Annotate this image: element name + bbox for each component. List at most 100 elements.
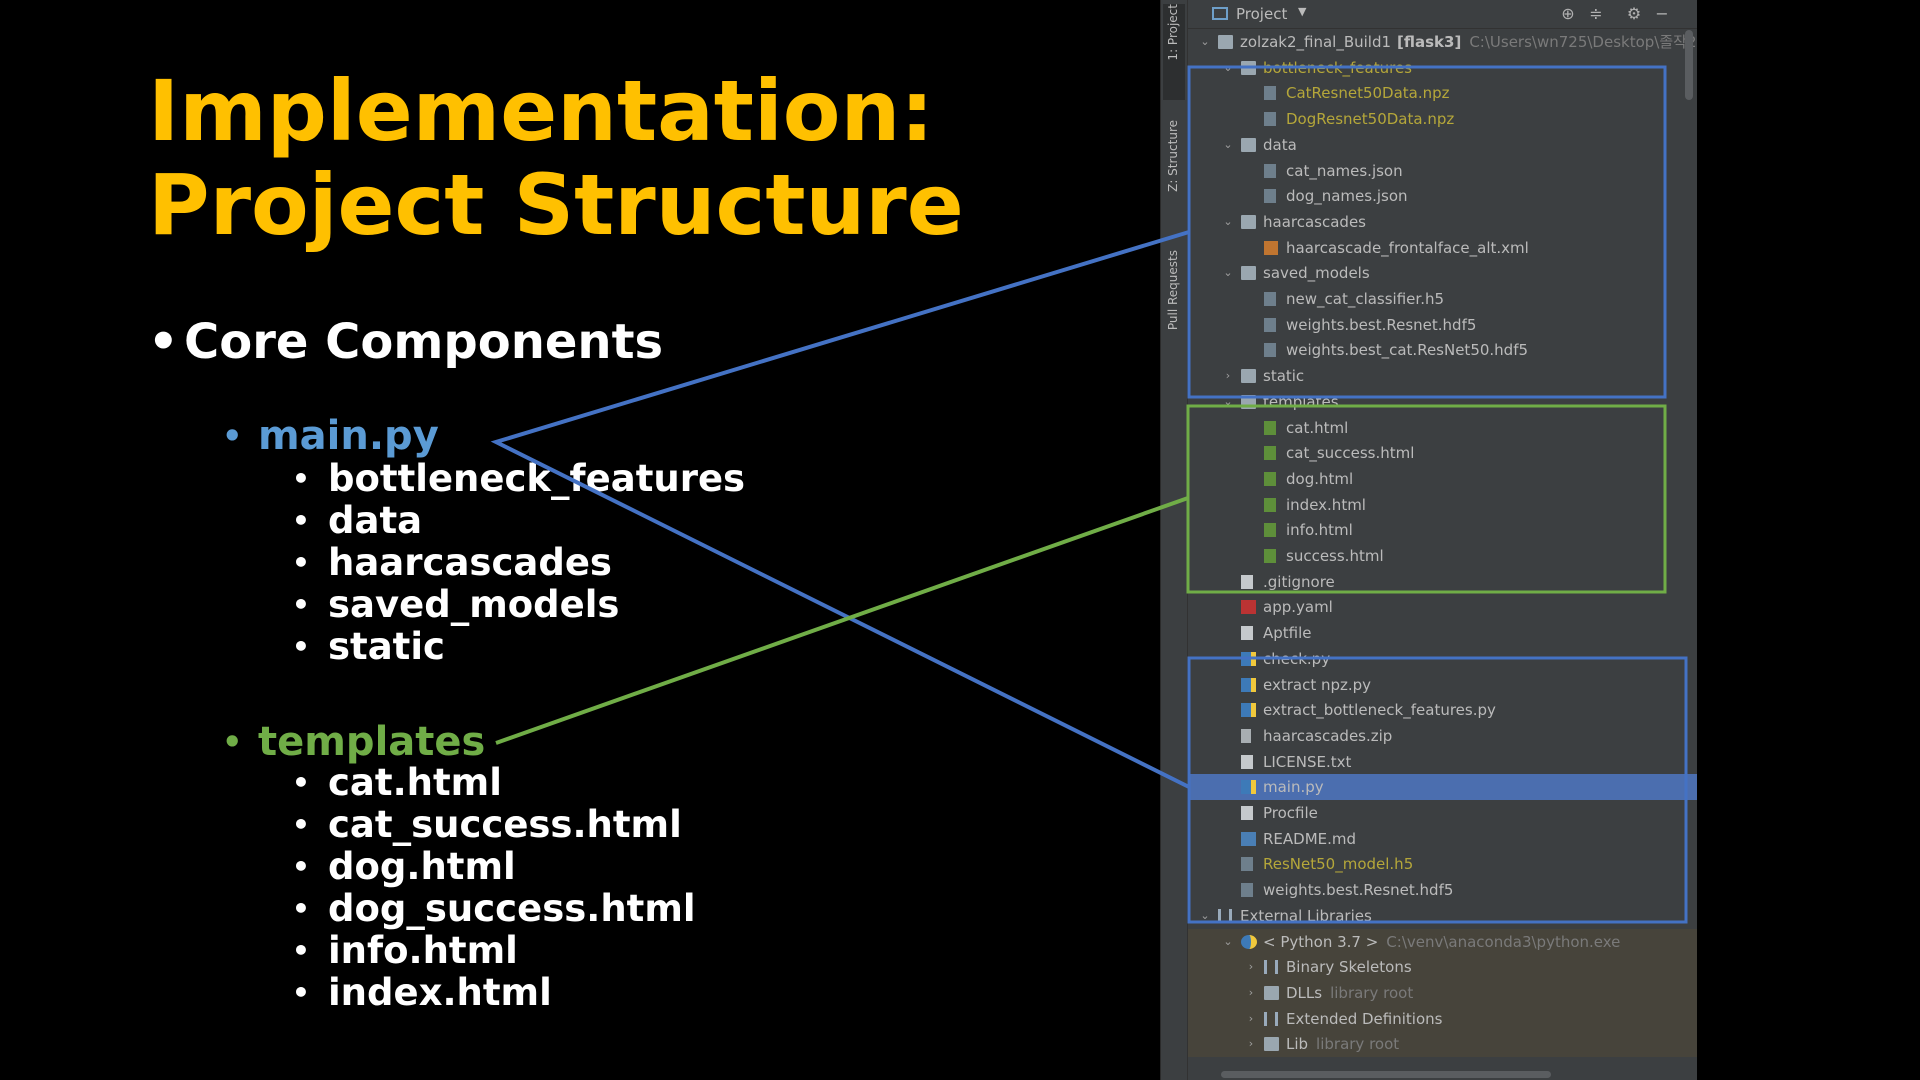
- tree-row[interactable]: ResNet50_model.h5: [1188, 851, 1697, 877]
- tree-row[interactable]: ⌄ haarcascades: [1188, 209, 1697, 235]
- tree-row-label: weights.best.Resnet.hdf5: [1263, 877, 1453, 903]
- chevron-down-icon[interactable]: ⌄: [1198, 29, 1212, 55]
- bullet-main-py: main.py: [222, 412, 439, 460]
- tree-row[interactable]: ⌄ data: [1188, 132, 1697, 158]
- vertical-scrollbar[interactable]: [1685, 30, 1693, 100]
- tree-row-name: check.py: [1263, 649, 1331, 668]
- tree-row[interactable]: ⌄ External Libraries: [1188, 903, 1697, 929]
- tree-row[interactable]: ⌄ templates: [1188, 389, 1697, 415]
- tree-row[interactable]: dog_names.json: [1188, 183, 1697, 209]
- tree-row-name: cat.html: [1286, 418, 1349, 437]
- tree-row[interactable]: › Extended Definitions: [1188, 1005, 1697, 1032]
- tree-row[interactable]: index.html: [1188, 492, 1697, 518]
- html-icon: [1264, 471, 1276, 486]
- tree-row[interactable]: ⌄ saved_models: [1188, 260, 1697, 286]
- tree-row[interactable]: › DLLs library root: [1188, 979, 1697, 1006]
- tree-row[interactable]: ⌄ < Python 3.7 > C:\venv\anaconda3\python.…: [1188, 928, 1697, 955]
- tree-row-name: extract npz.py: [1263, 675, 1372, 694]
- tree-row[interactable]: ⌄ zolzak2_final_Build1 [flask3] C:\Users\wn…: [1188, 29, 1697, 55]
- chevron-down-icon[interactable]: ⌄: [1221, 132, 1235, 158]
- chevron-down-icon[interactable]: ⌄: [1221, 55, 1235, 81]
- gear-icon[interactable]: ⚙: [1624, 4, 1644, 23]
- list-item: static: [292, 626, 445, 669]
- tree-row-label: cat.html: [1286, 415, 1348, 441]
- tree-row[interactable]: success.html: [1188, 543, 1697, 569]
- tree-row[interactable]: haarcascades.zip: [1188, 723, 1697, 749]
- list-item: bottleneck_features: [292, 458, 745, 501]
- chevron-right-icon[interactable]: ›: [1244, 1031, 1258, 1057]
- tree-row-name: < Python 3.7 >: [1263, 932, 1379, 951]
- tree-row[interactable]: › Lib library root: [1188, 1031, 1697, 1058]
- tree-row[interactable]: weights.best.Resnet.hdf5: [1188, 312, 1697, 338]
- tab-pull-requests[interactable]: Pull Requests: [1163, 250, 1185, 362]
- tree-row[interactable]: CatResnet50Data.npz: [1188, 80, 1697, 106]
- tree-row[interactable]: weights.best.Resnet.hdf5: [1188, 877, 1697, 903]
- horizontal-scrollbar[interactable]: [1221, 1071, 1551, 1078]
- tree-row-label: extract_bottleneck_features.py: [1263, 697, 1496, 723]
- chevron-down-icon[interactable]: ⌄: [1221, 389, 1235, 415]
- html-icon: [1264, 497, 1276, 512]
- minimize-icon[interactable]: −: [1652, 4, 1672, 23]
- tree-row[interactable]: cat_names.json: [1188, 158, 1697, 184]
- tree-row[interactable]: README.md: [1188, 826, 1697, 852]
- chevron-down-icon[interactable]: ⌄: [1221, 929, 1235, 955]
- tree-row[interactable]: check.py: [1188, 646, 1697, 672]
- tree-row-name: app.yaml: [1263, 598, 1333, 617]
- tree-row-label: Extended Definitions: [1286, 1006, 1442, 1032]
- tree-row[interactable]: weights.best_cat.ResNet50.hdf5: [1188, 337, 1697, 363]
- tree-row-name: Procfile: [1263, 804, 1318, 822]
- chevron-right-icon[interactable]: ›: [1221, 363, 1235, 389]
- tree-row-name: dog.html: [1286, 469, 1354, 488]
- lib-icon: [1218, 908, 1232, 923]
- list-item: cat.html: [292, 762, 502, 805]
- tree-row[interactable]: ⌄ bottleneck_features: [1188, 55, 1697, 81]
- tree-row-label: cat_names.json: [1286, 158, 1403, 184]
- tree-row[interactable]: cat.html: [1188, 415, 1697, 441]
- tree-row-label: new_cat_classifier.h5: [1286, 286, 1444, 312]
- tree-row[interactable]: extract_bottleneck_features.py: [1188, 697, 1697, 723]
- tree-row[interactable]: .gitignore: [1188, 569, 1697, 595]
- tree-row[interactable]: Procfile: [1188, 800, 1697, 826]
- lib-icon: [1264, 1011, 1278, 1026]
- tree-row-name: static: [1263, 367, 1305, 386]
- tree-row-label: dog_names.json: [1286, 183, 1408, 209]
- tab-structure[interactable]: Z: Structure: [1163, 120, 1185, 230]
- tree-row-name: CatResnet50Data.npz: [1286, 84, 1450, 103]
- chevron-down-icon[interactable]: ▼: [1298, 5, 1306, 18]
- chevron-right-icon[interactable]: ›: [1244, 954, 1258, 980]
- tree-row[interactable]: cat_success.html: [1188, 440, 1697, 466]
- html-icon: [1264, 549, 1276, 563]
- locate-icon[interactable]: ⊕: [1558, 4, 1578, 23]
- tree-row[interactable]: LICENSE.txt: [1188, 749, 1697, 775]
- tree-row[interactable]: main.py: [1188, 774, 1697, 801]
- tree-row-path: library root: [1330, 983, 1414, 1002]
- chevron-right-icon[interactable]: ›: [1244, 980, 1258, 1006]
- tree-row[interactable]: haarcascade_frontalface_alt.xml: [1188, 235, 1697, 261]
- chevron-right-icon[interactable]: ›: [1244, 1006, 1258, 1032]
- tree-row-label: CatResnet50Data.npz: [1286, 80, 1450, 106]
- chevron-down-icon[interactable]: ⌄: [1198, 903, 1212, 929]
- panel-title[interactable]: Project: [1236, 5, 1287, 23]
- tree-row-label: templates: [1263, 389, 1339, 415]
- tab-project[interactable]: 1: Project: [1163, 4, 1185, 100]
- tree-row[interactable]: extract npz.py: [1188, 672, 1697, 698]
- tree-row[interactable]: DogResnet50Data.npz: [1188, 106, 1697, 132]
- tree-row-label: LICENSE.txt: [1263, 749, 1351, 775]
- tree-row-label: Aptfile: [1263, 620, 1312, 646]
- tree-row[interactable]: dog.html: [1188, 466, 1697, 492]
- folder-icon: [1241, 394, 1256, 409]
- folder-icon: [1264, 985, 1279, 1000]
- tree-row[interactable]: info.html: [1188, 517, 1697, 543]
- collapse-icon[interactable]: ≑: [1586, 4, 1606, 23]
- tree-row[interactable]: › static: [1188, 363, 1697, 389]
- tree-row[interactable]: new_cat_classifier.h5: [1188, 286, 1697, 312]
- tree-row[interactable]: app.yaml: [1188, 594, 1697, 620]
- tree-row-label: app.yaml: [1263, 594, 1333, 620]
- project-view-icon: [1212, 7, 1228, 20]
- tree-row-label: extract npz.py: [1263, 672, 1371, 698]
- tree-row[interactable]: › Binary Skeletons: [1188, 954, 1697, 981]
- chevron-down-icon[interactable]: ⌄: [1221, 260, 1235, 286]
- tree-row[interactable]: Aptfile: [1188, 620, 1697, 646]
- tree-row-label: saved_models: [1263, 260, 1370, 286]
- chevron-down-icon[interactable]: ⌄: [1221, 209, 1235, 235]
